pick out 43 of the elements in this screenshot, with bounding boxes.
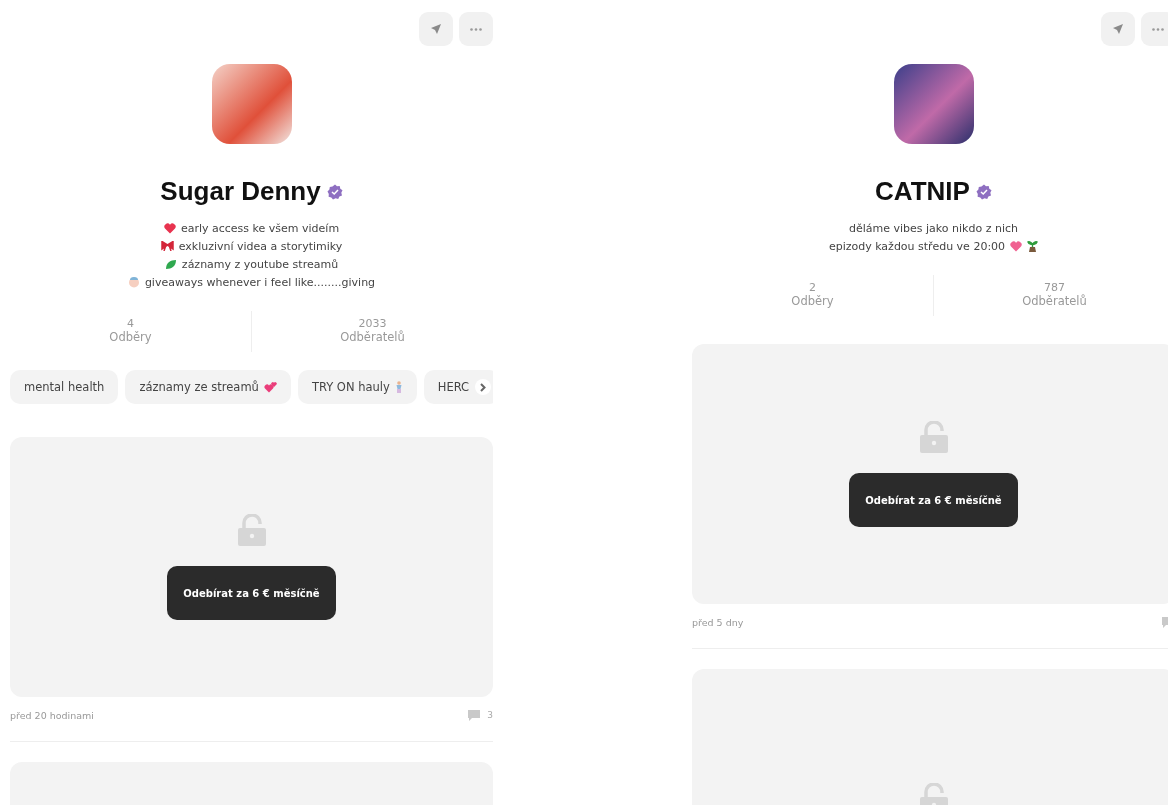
- stat-value: 4: [127, 317, 134, 330]
- sprout-icon: [1027, 240, 1039, 252]
- share-button[interactable]: [419, 12, 453, 46]
- hearts-icon: [263, 381, 277, 393]
- send-icon: [1112, 23, 1124, 35]
- baby-face-icon: [127, 276, 140, 288]
- stat-label: Odběry: [791, 294, 834, 308]
- more-icon: [470, 27, 482, 31]
- chevron-right-icon: [480, 382, 486, 392]
- category-tab[interactable]: HERC: [423, 370, 493, 404]
- stat-value: 787: [1044, 281, 1065, 294]
- profile-name: Sugar Denny: [160, 176, 321, 207]
- lock-icon: [919, 421, 948, 453]
- send-icon: [430, 23, 442, 35]
- lock-icon: [237, 514, 266, 546]
- share-button[interactable]: [1101, 12, 1135, 46]
- leaf-icon: [164, 258, 177, 270]
- bio-line: early access ke všem videím: [180, 221, 340, 235]
- post-time: před 5 dny: [692, 616, 744, 628]
- stat-value: 2: [809, 281, 816, 294]
- subscribe-button[interactable]: Odebírat za 6 € měsíčně: [167, 566, 336, 620]
- more-icon: [1152, 27, 1164, 31]
- comment-icon: [467, 709, 482, 721]
- category-tab[interactable]: mental health: [10, 370, 119, 404]
- bio-line: exkluzivní videa a storytimiky: [178, 239, 343, 253]
- bio-line: epizody každou středu ve 20:00: [828, 239, 1006, 253]
- category-tab[interactable]: TRY ON hauly: [297, 370, 417, 404]
- subscribe-button[interactable]: Odebírat za 6 € měsíčně: [849, 473, 1018, 527]
- profile-name: CATNIP: [875, 176, 970, 207]
- figure-icon: [394, 381, 403, 393]
- heart-icon: [1010, 240, 1023, 252]
- stat-label: Odběry: [109, 330, 152, 344]
- post-time: před 20 hodinami: [10, 709, 94, 721]
- comment-count: 3: [487, 710, 493, 720]
- bow-icon: [160, 241, 174, 251]
- bio-line: giveaways whenever i feel like........giving: [144, 275, 376, 289]
- bio-line: záznamy z youtube streamů: [181, 257, 339, 271]
- bio-line: děláme vibes jako nikdo z nich: [849, 221, 1018, 235]
- stat-label: Odběratelů: [340, 330, 405, 344]
- category-tab[interactable]: záznamy ze streamů: [125, 370, 291, 404]
- heart-icon: [163, 222, 176, 234]
- stat-value: 2033: [358, 317, 387, 330]
- stat-label: Odběratelů: [1022, 294, 1087, 308]
